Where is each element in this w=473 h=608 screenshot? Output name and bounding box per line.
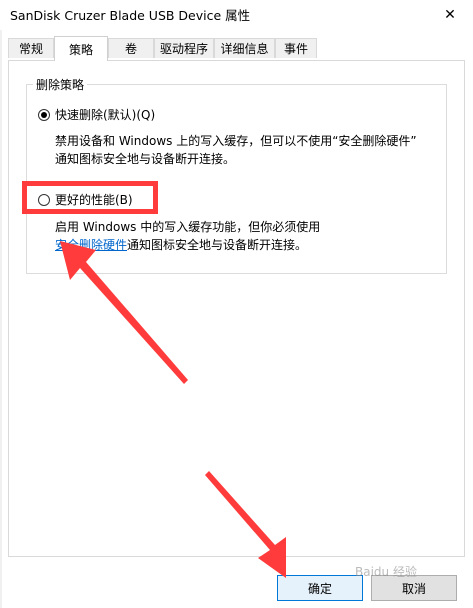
quick-removal-option[interactable]: 快速删除(默认)(Q) [38,106,155,123]
window-border [0,30,2,608]
ok-button[interactable]: 确定 [277,575,363,601]
window-title: SanDisk Cruzer Blade USB Device 属性 [10,8,251,23]
watermark: Baidu 经验 [355,565,417,579]
safely-remove-hardware-link[interactable]: 安全删除硬件 [55,238,127,252]
close-button[interactable]: ✕ [427,0,473,30]
title-bar[interactable]: SanDisk Cruzer Blade USB Device 属性 ✕ [0,0,473,30]
tab-driver[interactable]: 驱动程序 [154,38,214,58]
tab-events[interactable]: 事件 [275,38,317,58]
radio-checked-icon[interactable] [38,108,50,121]
quick-removal-desc: 禁用设备和 Windows 上的写入缓存，但可以不使用“安全删除硬件” 通知图标… [55,134,417,166]
quick-removal-label: 快速删除(默认)(Q) [55,108,156,122]
removal-policy-group: 删除策略 快速删除(默认)(Q) 禁用设备和 Windows 上的写入缓存，但可… [26,76,447,274]
group-title: 删除策略 [33,76,88,93]
tab-volume[interactable]: 卷 [108,38,154,58]
tab-general[interactable]: 常规 [8,38,54,58]
tab-details[interactable]: 详细信息 [214,38,275,58]
close-icon: ✕ [444,7,456,23]
tab-policy[interactable]: 策略 [54,36,108,61]
better-performance-desc: 启用 Windows 中的写入缓存功能，但你必须使用 安全删除硬件通知图标安全地… [55,220,321,252]
policy-panel: 删除策略 快速删除(默认)(Q) 禁用设备和 Windows 上的写入缓存，但可… [8,60,465,557]
annotation-highlight-box [22,181,158,214]
